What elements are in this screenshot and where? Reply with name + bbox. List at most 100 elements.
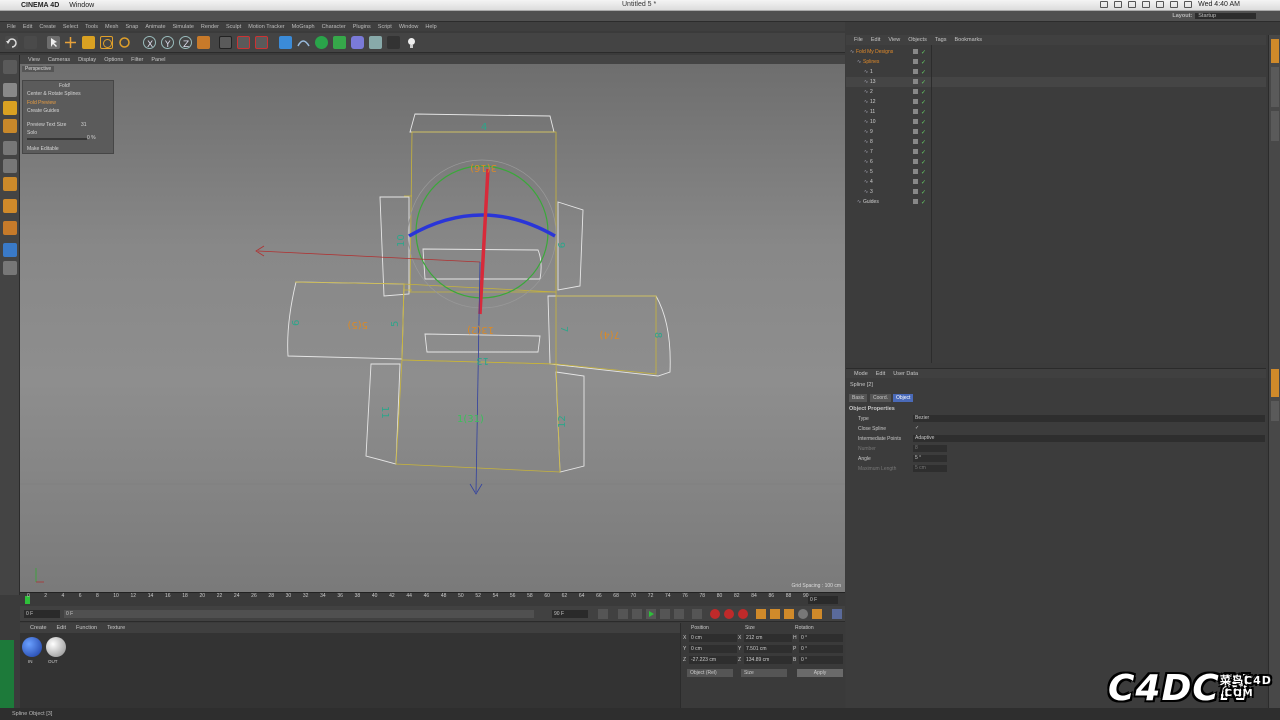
snap-icon[interactable] xyxy=(3,243,17,257)
coord-position-field[interactable]: 0 cm xyxy=(689,645,737,653)
enabled-check-icon[interactable]: ✓ xyxy=(921,198,926,208)
pla-key-icon[interactable] xyxy=(812,609,822,619)
next-frame-icon[interactable] xyxy=(660,609,670,619)
app-menu-item[interactable]: MoGraph xyxy=(292,24,315,30)
undo-icon[interactable] xyxy=(5,36,18,49)
visibility-dots-icon[interactable] xyxy=(913,69,918,74)
visibility-dots-icon[interactable] xyxy=(913,119,918,124)
cube-icon[interactable] xyxy=(279,36,292,49)
workplane-icon[interactable] xyxy=(3,119,17,133)
visibility-dots-icon[interactable] xyxy=(913,169,918,174)
object-name[interactable]: Fold My Designs xyxy=(856,47,893,57)
app-menu-item[interactable]: Help xyxy=(425,24,436,30)
object-row[interactable]: Guides ∿ ✓ xyxy=(846,197,1266,207)
object-row[interactable]: Fold My Designs ∿ ✓ xyxy=(846,47,1266,57)
object-row[interactable]: 2 ∿ ✓ xyxy=(846,87,1266,97)
status-icon[interactable] xyxy=(1128,1,1137,8)
object-name[interactable]: 11 xyxy=(870,107,875,117)
viewport-menu-item[interactable]: Display xyxy=(78,57,96,63)
scale-icon[interactable] xyxy=(82,36,95,49)
object-menu-item[interactable]: Bookmarks xyxy=(954,37,982,43)
visibility-dots-icon[interactable] xyxy=(913,109,918,114)
render-view-icon[interactable] xyxy=(219,36,232,49)
objects-tab[interactable] xyxy=(1271,39,1279,63)
frame-range-slider[interactable]: 0 F xyxy=(64,610,534,618)
attribute-menu-item[interactable]: Mode xyxy=(854,371,868,377)
tweak-mode-icon[interactable] xyxy=(3,221,17,235)
object-name[interactable]: 13 xyxy=(870,77,876,87)
object-row[interactable]: 1 ∿ ✓ xyxy=(846,67,1266,77)
points-mode-icon[interactable] xyxy=(3,141,17,155)
property-value[interactable]: ✓ xyxy=(913,425,947,432)
floor-icon[interactable] xyxy=(369,36,382,49)
tab-basic[interactable]: Basic xyxy=(849,394,868,402)
scale-key-icon[interactable] xyxy=(770,609,780,619)
status-icon[interactable] xyxy=(1100,1,1109,8)
app-menu-item[interactable]: Script xyxy=(378,24,392,30)
apply-button[interactable]: Apply xyxy=(797,669,843,677)
app-menu-item[interactable]: Select xyxy=(63,24,78,30)
app-menu-item[interactable]: Sculpt xyxy=(226,24,241,30)
app-menu-item[interactable]: Snap xyxy=(125,24,138,30)
prev-frame-icon[interactable] xyxy=(632,609,642,619)
attributes-tab[interactable] xyxy=(1271,369,1279,397)
current-frame-field[interactable]: 0 F xyxy=(808,596,838,604)
play-icon[interactable] xyxy=(646,609,656,619)
object-row[interactable]: 7 ∿ ✓ xyxy=(846,147,1266,157)
app-menu-item[interactable]: Animate xyxy=(145,24,165,30)
viewport-menu-item[interactable]: Options xyxy=(104,57,123,63)
app-menu-item[interactable]: Plugins xyxy=(353,24,371,30)
object-row[interactable]: 9 ∿ ✓ xyxy=(846,127,1266,137)
visibility-dots-icon[interactable] xyxy=(913,59,918,64)
viewport[interactable]: Perspective Fold! Center & Rotate Spline… xyxy=(20,64,845,592)
visibility-dots-icon[interactable] xyxy=(913,79,918,84)
app-menu-item[interactable]: Create xyxy=(39,24,56,30)
visibility-dots-icon[interactable] xyxy=(913,129,918,134)
position-key-icon[interactable] xyxy=(756,609,766,619)
property-value[interactable]: 5 ° xyxy=(913,455,947,462)
object-row[interactable]: 6 ∿ ✓ xyxy=(846,157,1266,167)
locked-workplane-icon[interactable] xyxy=(3,261,17,275)
coord-size-dropdown[interactable]: Size xyxy=(741,669,787,677)
coord-position-field[interactable]: 0 cm xyxy=(689,634,737,642)
battery-icon[interactable] xyxy=(1184,1,1193,8)
timeline[interactable]: 0 2 4 6 8 10 12 14 16 18 20 22 24 26 28 30 32 34 36 38 40 42 4… xyxy=(20,592,845,606)
object-name[interactable]: 8 xyxy=(870,137,873,147)
rotate-icon[interactable] xyxy=(100,36,113,49)
object-row[interactable]: 4 ∿ ✓ xyxy=(846,177,1266,187)
app-name[interactable]: CINEMA 4D xyxy=(21,2,59,9)
coord-size-field[interactable]: 134.89 cm xyxy=(744,656,792,664)
wifi-icon[interactable] xyxy=(1170,1,1179,8)
axis-mode-icon[interactable] xyxy=(3,199,17,213)
polygons-mode-icon[interactable] xyxy=(3,177,17,191)
material-in-label[interactable]: IN xyxy=(28,659,33,664)
app-menu-item[interactable]: Character xyxy=(322,24,346,30)
layout-value[interactable]: Startup xyxy=(1195,13,1256,19)
loop-icon[interactable] xyxy=(618,609,628,619)
layers-tab[interactable] xyxy=(1271,401,1279,421)
coord-rotation-field[interactable]: 0 ° xyxy=(799,656,843,664)
end-frame-field[interactable]: 90 F xyxy=(552,610,588,618)
object-name[interactable]: 5 xyxy=(870,167,873,177)
object-menu-item[interactable]: Edit xyxy=(871,37,880,43)
viewport-menu-item[interactable]: Panel xyxy=(151,57,165,63)
visibility-dots-icon[interactable] xyxy=(913,99,918,104)
start-frame-field[interactable]: 0 F xyxy=(24,610,60,618)
z-axis-icon[interactable]: Z xyxy=(179,36,192,50)
object-name[interactable]: 3 xyxy=(870,187,873,197)
attribute-menu-item[interactable]: User Data xyxy=(893,371,918,377)
tab-object[interactable]: Object xyxy=(893,394,914,402)
texture-mode-icon[interactable] xyxy=(3,101,17,115)
object-row[interactable]: 13 ∿ ✓ xyxy=(846,77,1266,87)
auto-key-icon[interactable] xyxy=(724,609,734,619)
status-icon[interactable] xyxy=(1114,1,1123,8)
object-row[interactable]: 3 ∿ ✓ xyxy=(846,187,1266,197)
record-icon[interactable] xyxy=(710,609,720,619)
material-menu-item[interactable]: Texture xyxy=(107,625,125,631)
redo-icon[interactable] xyxy=(24,36,37,49)
edges-mode-icon[interactable] xyxy=(3,159,17,173)
y-axis-icon[interactable]: Y xyxy=(161,36,174,50)
deformer-icon[interactable] xyxy=(351,36,364,49)
app-menu-item[interactable]: Render xyxy=(201,24,219,30)
material-in-swatch[interactable] xyxy=(22,637,42,657)
